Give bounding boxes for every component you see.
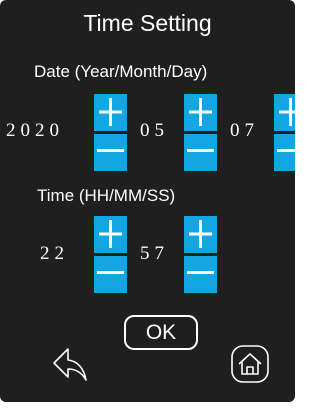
minus-icon (277, 149, 295, 152)
date-section-label: Date (Year/Month/Day) (34, 62, 208, 81)
day-decrement-button[interactable] (274, 134, 295, 171)
back-button[interactable] (48, 343, 92, 390)
hour-stepper (94, 216, 127, 293)
year-decrement-button[interactable] (94, 134, 127, 171)
month-value: 05 (140, 120, 169, 141)
year-stepper (94, 94, 127, 171)
day-increment-button[interactable] (274, 94, 295, 131)
minus-icon (187, 271, 214, 274)
plus-icon (189, 98, 212, 126)
minus-icon (97, 271, 124, 274)
time-setting-screen: Time Setting Date (Year/Month/Day) 2020 … (0, 0, 295, 402)
home-button[interactable] (230, 344, 270, 389)
year-increment-button[interactable] (94, 94, 127, 131)
day-stepper (274, 94, 295, 171)
plus-icon (99, 220, 122, 248)
plus-icon (279, 98, 295, 126)
minute-stepper (184, 216, 217, 293)
plus-icon (99, 98, 122, 126)
time-section-label: Time (HH/MM/SS) (37, 186, 176, 205)
page-title: Time Setting (83, 10, 212, 36)
minute-decrement-button[interactable] (184, 256, 217, 293)
minute-value: 57 (140, 243, 169, 264)
hour-increment-button[interactable] (94, 216, 127, 253)
year-value: 2020 (6, 120, 64, 141)
hour-value: 22 (40, 243, 69, 264)
minus-icon (97, 149, 124, 152)
day-value: 07 (230, 120, 259, 141)
minus-icon (187, 149, 214, 152)
plus-icon (189, 220, 212, 248)
ok-button[interactable]: OK (124, 315, 198, 350)
back-arrow-icon (53, 348, 87, 381)
home-icon (231, 345, 269, 383)
hour-decrement-button[interactable] (94, 256, 127, 293)
minute-increment-button[interactable] (184, 216, 217, 253)
month-increment-button[interactable] (184, 94, 217, 131)
month-decrement-button[interactable] (184, 134, 217, 171)
month-stepper (184, 94, 217, 171)
